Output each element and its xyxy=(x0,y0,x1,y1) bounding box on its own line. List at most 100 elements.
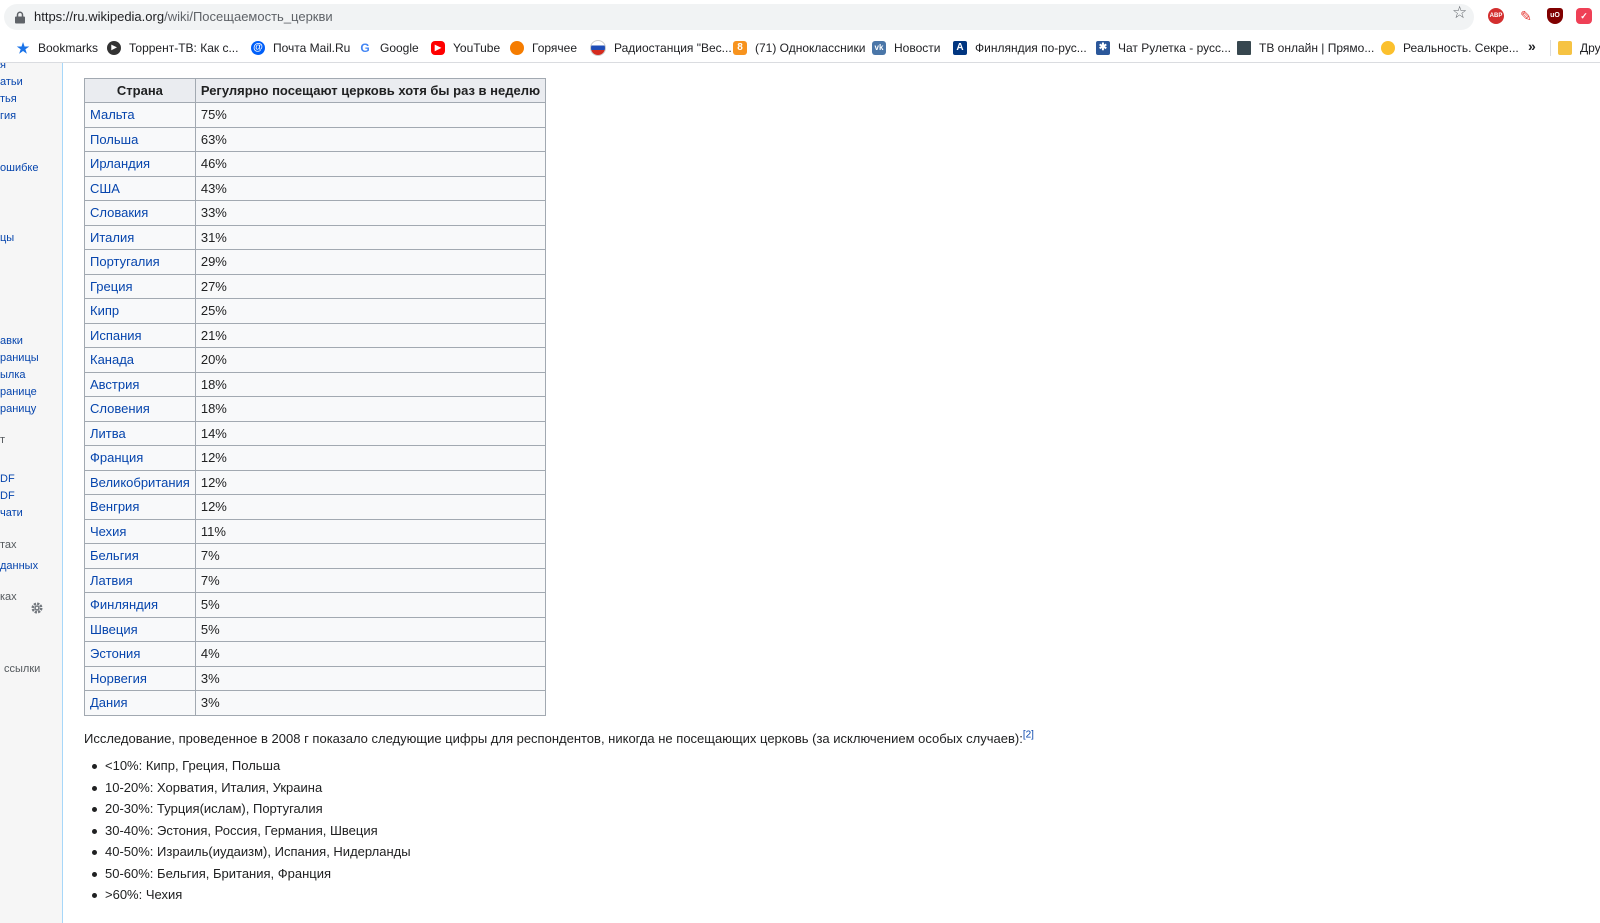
country-link[interactable]: Дания xyxy=(84,690,196,716)
bookmarks-separator xyxy=(1550,40,1551,56)
country-link[interactable]: США xyxy=(84,175,196,201)
sidebar-item[interactable]: атьи xyxy=(0,76,23,89)
browser-toolbar: https://ru.wikipedia.org/wiki/Посещаемос… xyxy=(0,0,1600,34)
sidebar-item[interactable]: DF xyxy=(0,490,15,503)
list-item: 20-30%: Турция(ислам), Португалия xyxy=(92,798,411,820)
country-link[interactable]: Мальта xyxy=(84,102,196,128)
bookmark-torrent-tv[interactable]: ▸ Торрент-ТВ: Как с... xyxy=(107,39,238,57)
church-attendance-table: Страна Регулярно посещают церковь хотя б… xyxy=(84,78,547,716)
bookmark-bookmarks[interactable]: ★ Bookmarks xyxy=(16,39,98,57)
bookmark-finland[interactable]: A Финляндия по-рус... xyxy=(953,39,1087,57)
attendance-value: 12% xyxy=(194,445,547,471)
country-link[interactable]: Италия xyxy=(84,224,196,250)
reality-icon xyxy=(1381,41,1395,55)
country-link[interactable]: Португалия xyxy=(84,249,196,275)
country-link[interactable]: Норвегия xyxy=(84,665,196,691)
country-link[interactable]: Канада xyxy=(84,347,196,373)
sidebar-item[interactable]: раницу xyxy=(0,403,36,416)
adblock-plus-icon[interactable]: ABP xyxy=(1488,8,1504,24)
lock-icon xyxy=(15,11,25,24)
country-link[interactable]: Словакия xyxy=(84,200,196,226)
address-bar[interactable]: https://ru.wikipedia.org/wiki/Посещаемос… xyxy=(4,4,1474,30)
country-link[interactable]: Литва xyxy=(84,420,196,446)
country-link[interactable]: Латвия xyxy=(84,567,196,593)
sidebar-item[interactable]: тья xyxy=(0,93,17,106)
country-link[interactable]: Греция xyxy=(84,273,196,299)
attendance-value: 11% xyxy=(194,518,547,544)
bookmark-reality[interactable]: Реальность. Секре... xyxy=(1381,39,1519,57)
bookmarks-bar: ★ Bookmarks ▸ Торрент-ТВ: Как с... @ Поч… xyxy=(0,34,1600,63)
sidebar-item[interactable]: раницы xyxy=(0,352,39,365)
country-link[interactable]: Испания xyxy=(84,322,196,348)
bookmark-tv-online[interactable]: ТВ онлайн | Прямо... xyxy=(1237,39,1374,57)
sidebar-item[interactable]: данных xyxy=(0,560,38,573)
pen-extension-icon[interactable]: ✎ xyxy=(1518,8,1534,24)
country-link[interactable]: Польша xyxy=(84,126,196,152)
sidebar-item[interactable]: я xyxy=(0,63,6,72)
bookmark-chat-roulette[interactable]: ✱ Чат Рулетка - русс... xyxy=(1096,39,1231,57)
sidebar-item[interactable]: цы xyxy=(0,232,14,245)
table-row: Греция 27% xyxy=(84,273,547,299)
attendance-value: 31% xyxy=(194,224,547,250)
sidebar-item[interactable]: ылка xyxy=(0,369,26,382)
bookmark-google[interactable]: G Google xyxy=(358,39,418,57)
country-link[interactable]: Бельгия xyxy=(84,543,196,569)
bookmark-folder-drug[interactable]: Друг xyxy=(1558,39,1600,57)
bookmark-star-icon[interactable]: ☆ xyxy=(1452,3,1467,23)
attendance-value: 75% xyxy=(194,102,547,128)
table-row: Литва 14% xyxy=(84,420,547,446)
table-row: Бельгия 7% xyxy=(84,543,547,569)
sidebar-item[interactable]: гия xyxy=(0,110,16,123)
country-link[interactable]: Финляндия xyxy=(84,592,196,618)
attendance-value: 3% xyxy=(194,690,547,716)
attendance-value: 3% xyxy=(194,665,547,691)
bookmark-mailru[interactable]: @ Почта Mail.Ru xyxy=(251,39,350,57)
sidebar-item[interactable]: ранице xyxy=(0,386,37,399)
bookmark-radio-vesti[interactable]: Радиостанция "Вес... xyxy=(590,39,732,57)
table-row: Словакия 33% xyxy=(84,200,547,226)
bookmark-label: Новости xyxy=(894,41,941,55)
table-body: Мальта 75% Польша 63% Ирландия 46% США 43% Слова… xyxy=(84,102,547,716)
bookmarks-overflow-button[interactable]: » xyxy=(1528,38,1536,54)
bookmark-label: Чат Рулетка - русс... xyxy=(1118,41,1232,55)
table-row: Эстония 4% xyxy=(84,641,547,667)
bookmark-novosti[interactable]: vk Новости xyxy=(872,39,940,57)
gear-icon[interactable] xyxy=(30,601,44,615)
bookmark-youtube[interactable]: ▶ YouTube xyxy=(431,39,500,57)
sidebar-item[interactable]: DF xyxy=(0,473,15,486)
sidebar-item[interactable]: чати xyxy=(0,507,23,520)
table-row: Польша 63% xyxy=(84,126,547,152)
non-attendance-list: <10%: Кипр, Греция, Польша 10-20%: Хорват… xyxy=(84,755,411,906)
country-link[interactable]: Франция xyxy=(84,445,196,471)
country-link[interactable]: Кипр xyxy=(84,298,196,324)
sidebar-item[interactable]: ссылки xyxy=(4,663,40,676)
table-row: Швеция 5% xyxy=(84,616,547,642)
attendance-value: 14% xyxy=(194,420,547,446)
ublock-origin-icon[interactable]: uO xyxy=(1547,8,1563,24)
attendance-value: 12% xyxy=(194,494,547,520)
table-row: Португалия 29% xyxy=(84,249,547,275)
pocket-icon[interactable]: ✓ xyxy=(1576,8,1592,24)
reference-link[interactable]: [2] xyxy=(1023,730,1034,741)
table-row: Ирландия 46% xyxy=(84,151,547,177)
country-link[interactable]: Австрия xyxy=(84,371,196,397)
list-item: 50-60%: Бельгия, Британия, Франция xyxy=(92,863,411,885)
url-text[interactable]: https://ru.wikipedia.org/wiki/Посещаемос… xyxy=(34,9,333,25)
country-link[interactable]: Эстония xyxy=(84,641,196,667)
article-content: Страна Регулярно посещают церковь хотя б… xyxy=(63,63,1600,923)
country-link[interactable]: Венгрия xyxy=(84,494,196,520)
country-link[interactable]: Швеция xyxy=(84,616,196,642)
country-link[interactable]: Великобритания xyxy=(84,469,196,495)
attendance-value: 29% xyxy=(194,249,547,275)
bookmark-odnoklassniki[interactable]: 8 (71) Одноклассники xyxy=(733,39,865,57)
sidebar-item[interactable]: авки xyxy=(0,335,23,348)
country-link[interactable]: Чехия xyxy=(84,518,196,544)
country-link[interactable]: Ирландия xyxy=(84,151,196,177)
country-link[interactable]: Словения xyxy=(84,396,196,422)
sidebar-item[interactable]: ошибке xyxy=(0,162,38,175)
bookmark-goryachee[interactable]: Горячее xyxy=(510,39,577,57)
bookmark-label: Горячее xyxy=(532,41,578,55)
attendance-value: 5% xyxy=(194,616,547,642)
youtube-icon: ▶ xyxy=(431,41,445,55)
chat-roulette-icon: ✱ xyxy=(1096,41,1110,55)
